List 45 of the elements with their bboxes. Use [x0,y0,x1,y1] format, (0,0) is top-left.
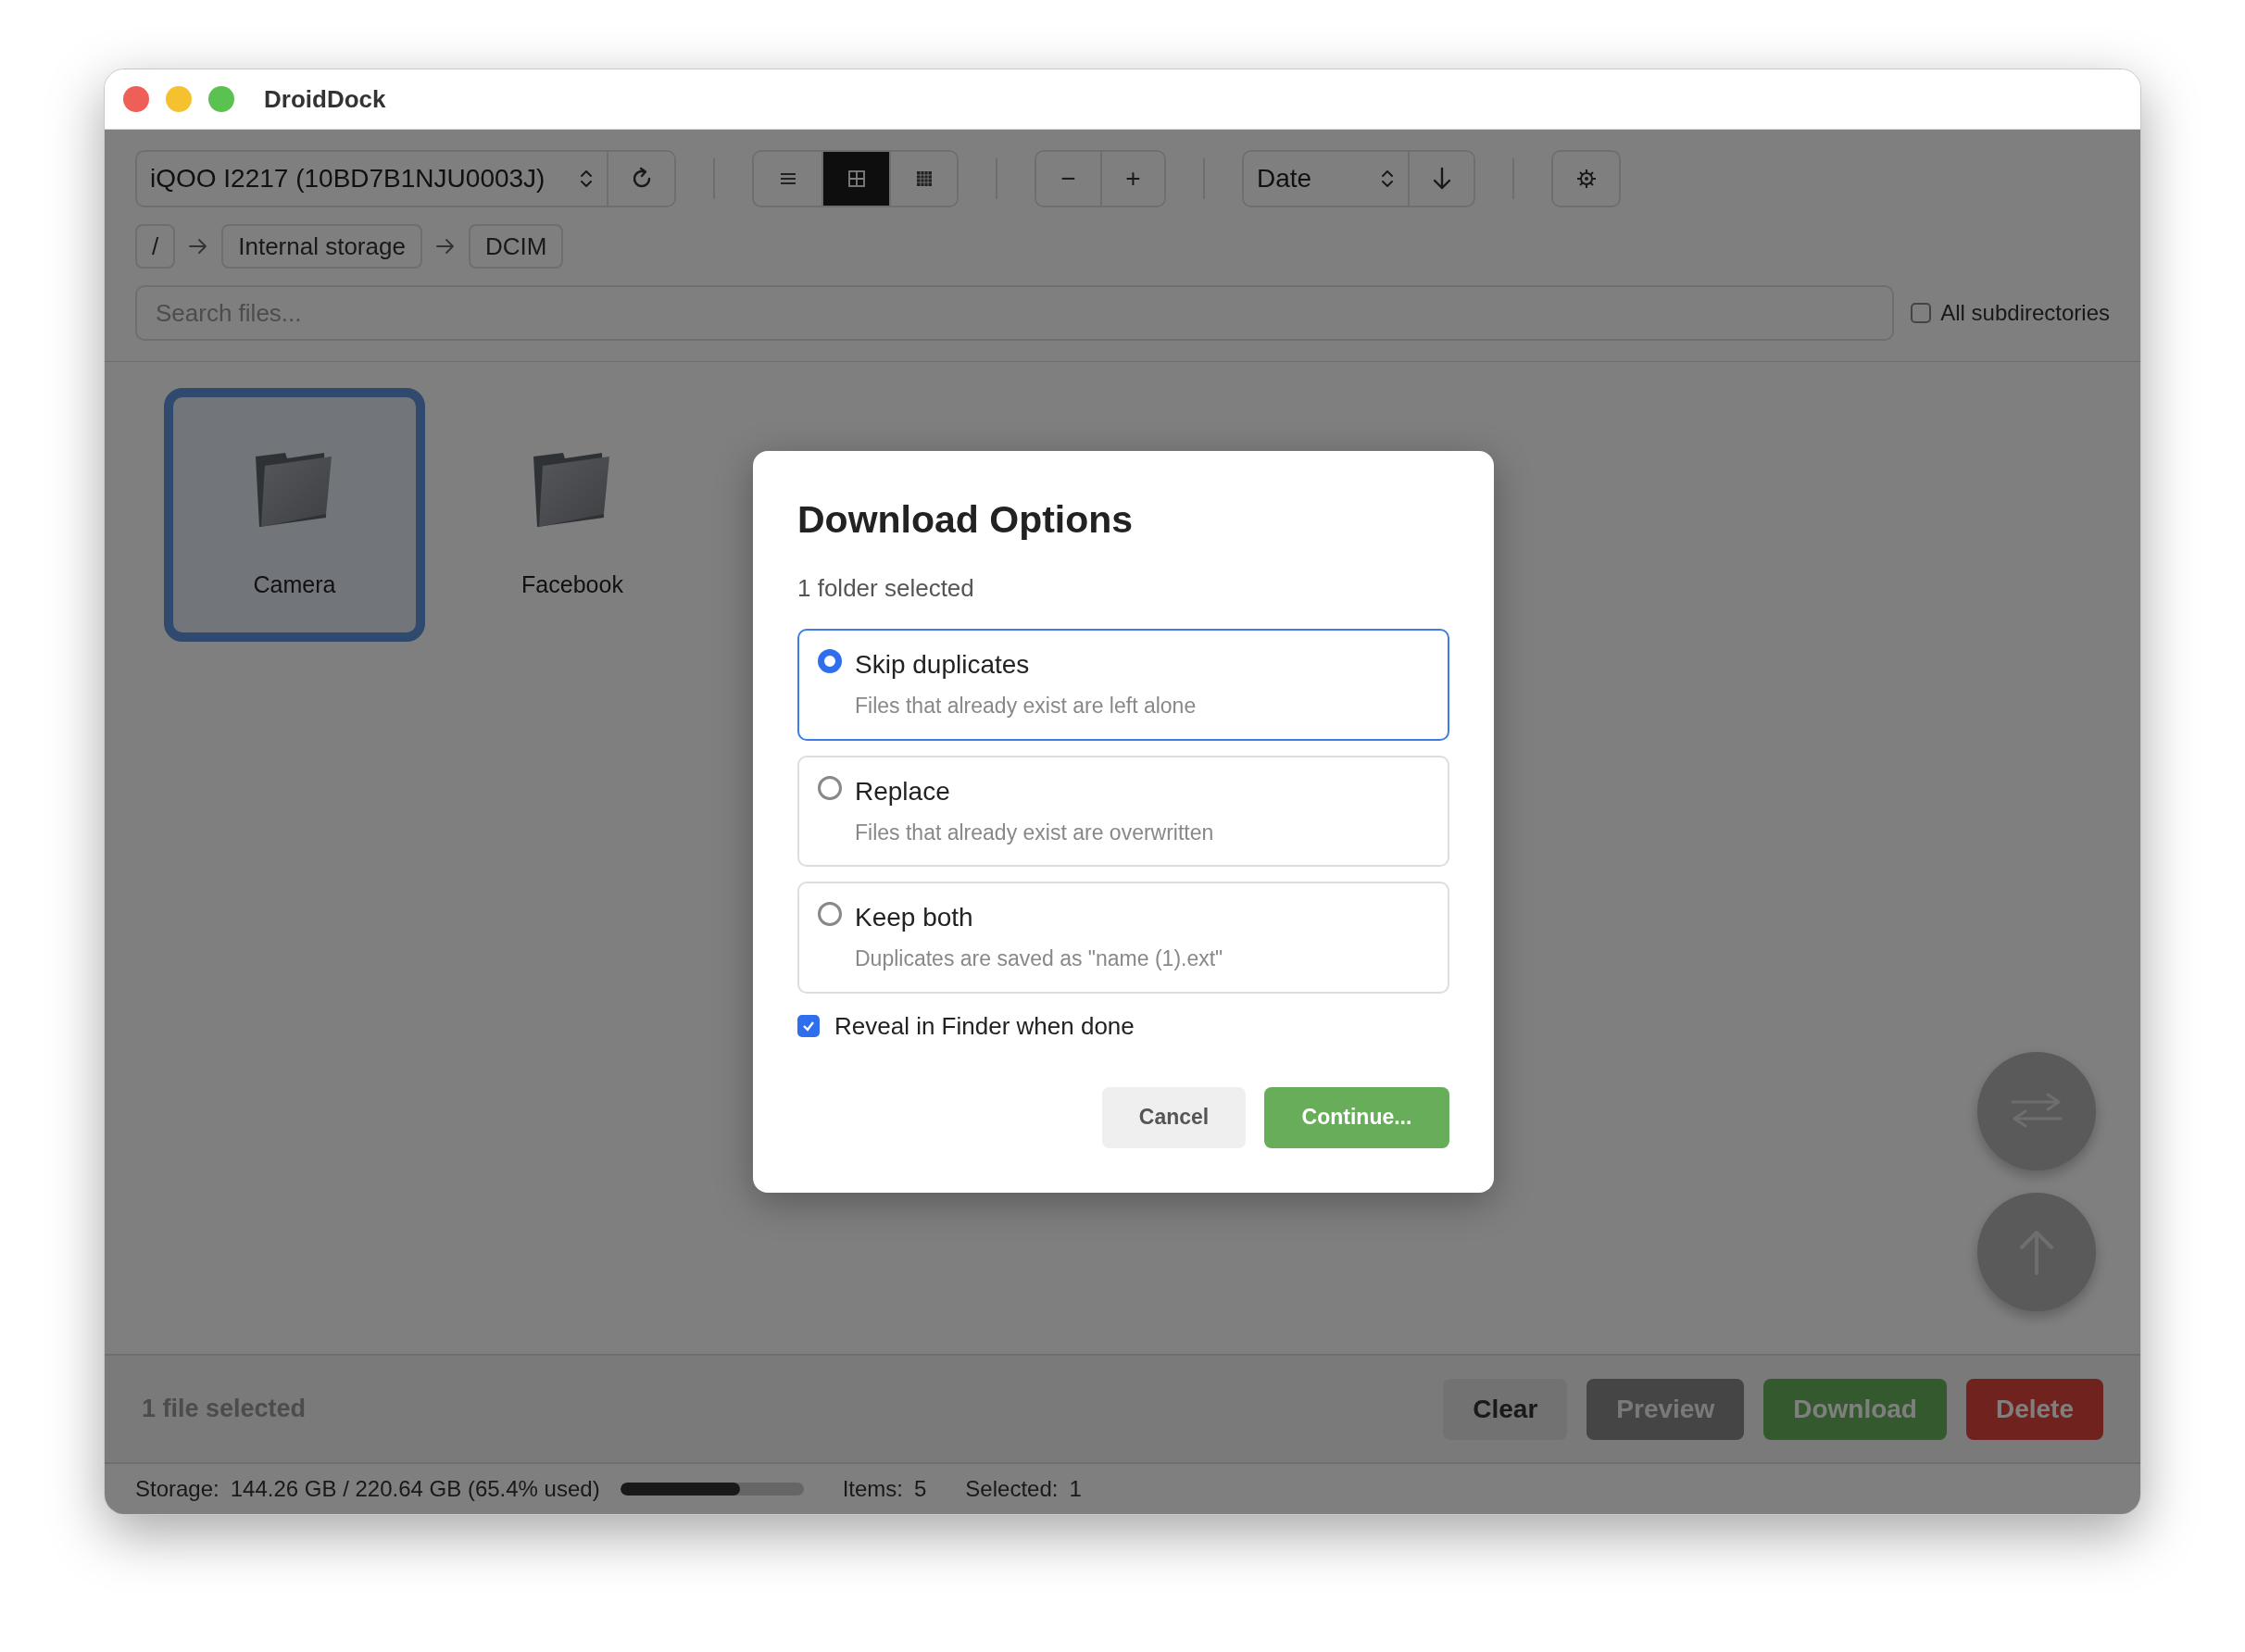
breadcrumb-item[interactable]: DCIM [468,224,564,269]
arrow-right-icon [188,238,209,255]
close-button[interactable] [123,86,149,112]
option-label: Keep both [855,902,974,934]
storage-label: Storage: [135,1475,219,1503]
radio-button[interactable] [818,775,842,800]
storage-value: 144.26 GB / 220.64 GB (65.4% used) [230,1475,600,1503]
radio-button[interactable] [818,649,842,674]
folder-tile[interactable]: Facebook [442,388,703,642]
checkbox[interactable] [1911,303,1932,323]
items-label: Items: [842,1475,903,1503]
option-description: Files that already exist are left alone [855,693,1197,720]
continue-button[interactable]: Continue... [1264,1086,1449,1148]
breadcrumb-item[interactable]: Internal storage [221,224,422,269]
delete-button[interactable]: Delete [1965,1378,2103,1440]
folder-name: Camera [253,570,336,600]
folder-tile[interactable]: Camera [164,388,425,642]
window-title: DroidDock [264,83,386,115]
breadcrumb-item[interactable]: / [135,224,176,269]
checkbox-label: All subdirectories [1940,299,2110,327]
option-card[interactable]: Replace Files that already exist are overwritten [797,755,1449,868]
zoom-button[interactable] [208,86,234,112]
settings-icon [1575,169,1597,189]
cancel-button[interactable]: Cancel [1102,1086,1246,1148]
folder-name: Facebook [521,570,623,600]
zoom-in-button[interactable]: + [1100,152,1164,206]
option-label: Skip duplicates [855,649,1031,682]
dialog-subtitle: 1 folder selected [797,573,975,605]
view-mode-button[interactable] [821,152,889,206]
checkbox[interactable] [797,1015,820,1038]
items-count: 5 [914,1475,927,1503]
arrow-right-icon [434,238,456,255]
dialog-title: Download Options [797,497,1135,543]
option-label: Replace [855,775,951,807]
radio-button[interactable] [818,902,842,927]
settings-button[interactable] [1553,152,1619,206]
selected-label: Selected: [965,1475,1059,1503]
option-card[interactable]: Keep both Duplicates are saved as "name (1).ext" [797,882,1449,994]
option-card[interactable]: Skip duplicates Files that already exist are left alone [797,629,1449,741]
clear-button[interactable]: Clear [1443,1378,1568,1440]
checkbox-label: Reveal in Finder when done [834,1010,1135,1042]
option-description: Duplicates are saved as "name (1).ext" [855,945,1223,973]
view-mode-button[interactable] [889,152,957,206]
selected-count: 1 [1069,1475,1082,1503]
option-description: Files that already exist are overwritten [855,819,1214,846]
